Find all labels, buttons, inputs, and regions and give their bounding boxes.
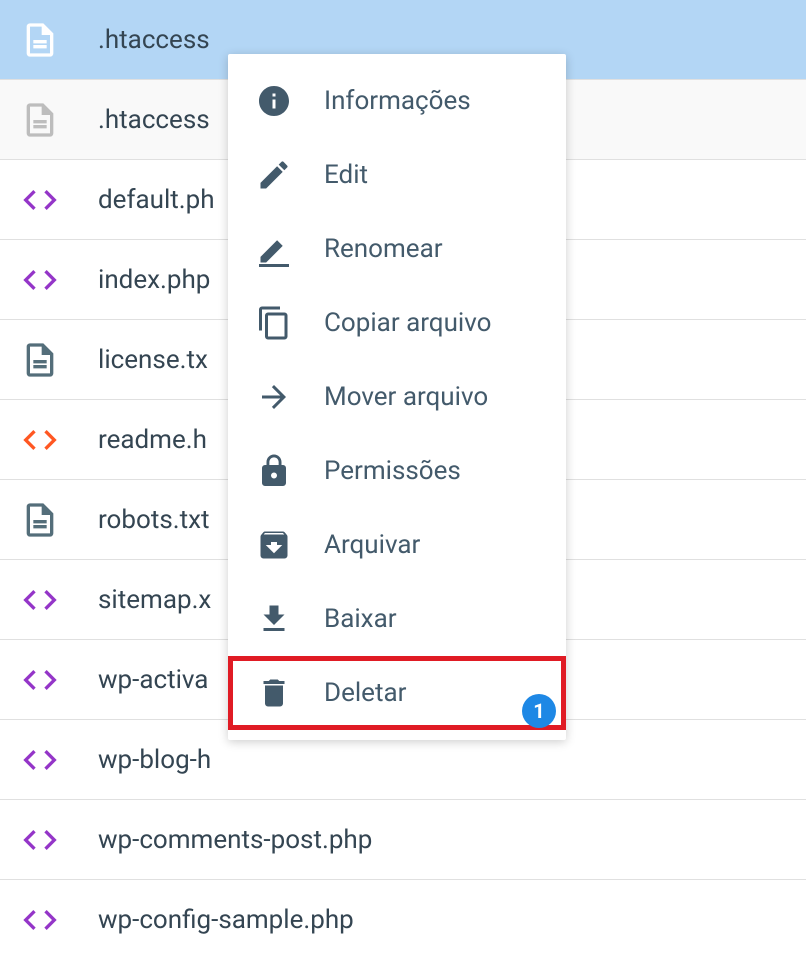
menu-label: Informações — [324, 86, 471, 116]
file-name: wp-activa — [98, 665, 208, 695]
code-icon — [20, 420, 70, 460]
code-icon — [20, 900, 70, 940]
file-name: wp-comments-post.php — [98, 825, 372, 855]
file-name: .htaccess — [98, 25, 210, 55]
menu-item-permissions[interactable]: Permissões — [228, 434, 566, 508]
notification-badge: 1 — [522, 694, 556, 728]
menu-item-archive[interactable]: Arquivar — [228, 508, 566, 582]
menu-label: Permissões — [324, 456, 461, 486]
menu-label: Copiar arquivo — [324, 308, 491, 338]
code-icon — [20, 260, 70, 300]
file-name: readme.h — [98, 425, 207, 455]
menu-label: Arquivar — [324, 530, 420, 560]
code-icon — [20, 660, 70, 700]
menu-item-move[interactable]: Mover arquivo — [228, 360, 566, 434]
file-icon — [20, 20, 70, 60]
file-icon — [20, 100, 70, 140]
info-icon — [256, 83, 292, 119]
delete-icon — [256, 675, 292, 711]
menu-label: Baixar — [324, 604, 397, 634]
context-menu: Informações Edit Renomear Copiar arquivo… — [228, 54, 566, 740]
menu-item-download[interactable]: Baixar — [228, 582, 566, 656]
file-name: sitemap.x — [98, 585, 211, 615]
menu-item-delete[interactable]: Deletar — [228, 656, 566, 730]
file-icon — [20, 340, 70, 380]
download-icon — [256, 601, 292, 637]
menu-label: Renomear — [324, 234, 443, 264]
menu-label: Edit — [324, 160, 368, 190]
archive-icon — [256, 527, 292, 563]
menu-label: Mover arquivo — [324, 382, 488, 412]
file-row[interactable]: wp-config-sample.php — [0, 880, 806, 960]
code-icon — [20, 180, 70, 220]
file-name: license.tx — [98, 345, 208, 375]
code-icon — [20, 820, 70, 860]
file-icon — [20, 500, 70, 540]
menu-item-rename[interactable]: Renomear — [228, 212, 566, 286]
lock-icon — [256, 453, 292, 489]
file-name: index.php — [98, 265, 210, 295]
file-name: default.ph — [98, 185, 215, 215]
edit-icon — [256, 157, 292, 193]
move-icon — [256, 379, 292, 415]
copy-icon — [256, 305, 292, 341]
file-row[interactable]: wp-comments-post.php — [0, 800, 806, 880]
menu-item-edit[interactable]: Edit — [228, 138, 566, 212]
file-name: wp-blog-h — [98, 745, 211, 775]
menu-item-info[interactable]: Informações — [228, 64, 566, 138]
file-name: .htaccess — [98, 105, 210, 135]
file-name: wp-config-sample.php — [98, 905, 354, 935]
menu-item-copy[interactable]: Copiar arquivo — [228, 286, 566, 360]
file-name: robots.txt — [98, 505, 210, 535]
code-icon — [20, 740, 70, 780]
code-icon — [20, 580, 70, 620]
rename-icon — [256, 231, 292, 267]
menu-label: Deletar — [324, 678, 406, 708]
